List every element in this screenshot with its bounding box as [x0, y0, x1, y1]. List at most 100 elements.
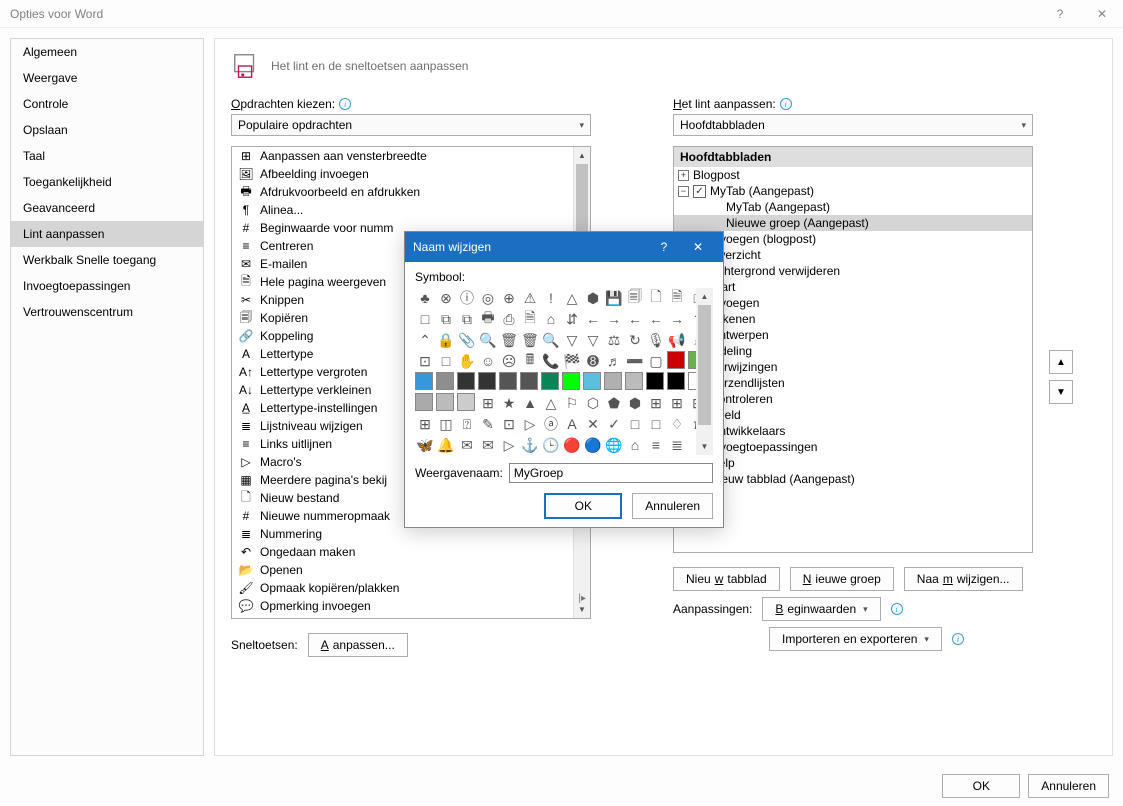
- symbol-cell[interactable]: !: [541, 288, 561, 308]
- symbol-cell[interactable]: [562, 372, 580, 390]
- symbol-cell[interactable]: ←: [583, 309, 603, 329]
- help-icon[interactable]: ?: [1039, 0, 1081, 28]
- symbol-cell[interactable]: 🗑: [520, 330, 540, 350]
- symbol-cell[interactable]: ▢: [646, 351, 666, 371]
- symbol-cell[interactable]: ←: [625, 309, 645, 329]
- sidebar-item-toegankelijkheid[interactable]: Toegankelijkheid: [11, 169, 203, 195]
- tree-item[interactable]: ✓Invoegtoepassingen: [674, 439, 1032, 455]
- symbol-cell[interactable]: [541, 372, 559, 390]
- tree-item[interactable]: +Blogpost: [674, 167, 1032, 183]
- symbol-cell[interactable]: ▷: [520, 414, 540, 434]
- command-item[interactable]: ↶Ongedaan maken: [232, 543, 590, 561]
- sidebar-item-lint-aanpassen[interactable]: Lint aanpassen: [11, 221, 203, 247]
- tree-item[interactable]: Ontwikkelaars: [674, 423, 1032, 439]
- sidebar-item-controle[interactable]: Controle: [11, 91, 203, 117]
- symbol-cell[interactable]: ◎: [478, 288, 498, 308]
- scroll-up-icon[interactable]: ▲: [696, 288, 713, 305]
- symbol-cell[interactable]: [667, 351, 685, 369]
- info-icon[interactable]: i: [339, 98, 351, 110]
- tree-item[interactable]: Tekenen: [674, 311, 1032, 327]
- symbol-cell[interactable]: ⓘ: [457, 288, 477, 308]
- symbol-cell[interactable]: ←: [646, 309, 666, 329]
- tree-item[interactable]: ✓Invoegen (blogpost): [674, 231, 1032, 247]
- checkbox[interactable]: ✓: [693, 185, 706, 198]
- symbol-cell[interactable]: ⬢: [625, 393, 645, 413]
- symbol-cell[interactable]: [667, 372, 685, 390]
- symbol-cell[interactable]: ⎙: [499, 309, 519, 329]
- symbol-cell[interactable]: 🔒: [436, 330, 456, 350]
- symbol-cell[interactable]: [457, 372, 475, 390]
- symbol-cell[interactable]: ⊡: [499, 414, 519, 434]
- symbol-cell[interactable]: 🗋: [646, 288, 666, 308]
- close-icon[interactable]: ✕: [681, 240, 715, 254]
- symbol-cell[interactable]: ⚓: [520, 435, 540, 455]
- scroll-down-icon[interactable]: ▼: [696, 438, 713, 455]
- new-group-button[interactable]: Nieuwe groep: [790, 567, 894, 591]
- symbol-cell[interactable]: ⍰: [457, 414, 477, 434]
- symbol-cell[interactable]: 🔴: [562, 435, 582, 455]
- symbol-cell[interactable]: ➖: [625, 351, 645, 371]
- move-up-button[interactable]: ▲: [1049, 350, 1073, 374]
- symbol-cell[interactable]: ♣: [415, 288, 435, 308]
- sidebar-item-werkbalk-snelle-toegang[interactable]: Werkbalk Snelle toegang: [11, 247, 203, 273]
- symbol-cell[interactable]: 🗐: [625, 288, 645, 308]
- command-item[interactable]: 📂Openen: [232, 561, 590, 579]
- reset-button[interactable]: Beginwaarden: [762, 597, 880, 621]
- symbol-cell[interactable]: ▽: [562, 330, 582, 350]
- command-item[interactable]: ¶Alinea...: [232, 201, 590, 219]
- tree-item[interactable]: ✓Help: [674, 455, 1032, 471]
- symbol-cell[interactable]: ⚠: [520, 288, 540, 308]
- symbol-cell[interactable]: ♢: [667, 414, 687, 434]
- symbol-cell[interactable]: ☹: [499, 351, 519, 371]
- symbol-cell[interactable]: [415, 372, 433, 390]
- symbol-cell[interactable]: ✕: [583, 414, 603, 434]
- tree-item[interactable]: ✓Nieuw tabblad (Aangepast): [674, 471, 1032, 487]
- symbol-cell[interactable]: 🕒: [541, 435, 561, 455]
- ribbon-tree[interactable]: Hoofdtabbladen +Blogpost−✓MyTab (Aangepa…: [673, 146, 1033, 553]
- tree-item[interactable]: ✓Start: [674, 279, 1032, 295]
- expand-handle-icon[interactable]: |▸: [578, 593, 586, 604]
- symbol-cell[interactable]: 🖩: [520, 351, 540, 371]
- symbol-cell[interactable]: □: [415, 309, 435, 329]
- symbol-cell[interactable]: [415, 393, 433, 411]
- symbol-cell[interactable]: 🔍: [541, 330, 561, 350]
- new-tab-button[interactable]: Nieuw tabblad: [673, 567, 780, 591]
- rename-button[interactable]: Naam wijzigen...: [904, 567, 1023, 591]
- symbol-cell[interactable]: 📢: [667, 330, 687, 350]
- symbol-cell[interactable]: ⊡: [415, 351, 435, 371]
- symbol-cell[interactable]: [457, 393, 475, 411]
- tree-item[interactable]: ✓Overzicht: [674, 247, 1032, 263]
- symbol-cell[interactable]: ▷: [499, 435, 519, 455]
- info-icon[interactable]: i: [952, 633, 964, 645]
- scroll-thumb[interactable]: [698, 305, 711, 425]
- sidebar-item-algemeen[interactable]: Algemeen: [11, 39, 203, 65]
- symbol-cell[interactable]: ➑: [583, 351, 603, 371]
- symbol-cell[interactable]: ⚖: [604, 330, 624, 350]
- command-item[interactable]: 🖌Opmaak kopiëren/plakken: [232, 579, 590, 597]
- symbol-cell[interactable]: 📎: [457, 330, 477, 350]
- symbol-cell[interactable]: ⓐ: [541, 414, 561, 434]
- symbol-cell[interactable]: ▲: [520, 393, 540, 413]
- symbol-cell[interactable]: ⊞: [646, 393, 666, 413]
- symbol-cell[interactable]: ✋: [457, 351, 477, 371]
- sidebar-item-vertrouwenscentrum[interactable]: Vertrouwenscentrum: [11, 299, 203, 325]
- commands-from-dropdown[interactable]: Populaire opdrachten▾: [231, 114, 591, 136]
- command-item[interactable]: ⊞Aanpassen aan vensterbreedte: [232, 147, 590, 165]
- command-item[interactable]: 🖶Afdrukvoorbeeld en afdrukken: [232, 183, 590, 201]
- symbol-cell[interactable]: 🏁: [562, 351, 582, 371]
- import-export-button[interactable]: Importeren en exporteren: [769, 627, 942, 651]
- symbol-cell[interactable]: 🔵: [583, 435, 603, 455]
- symbol-cell[interactable]: [520, 372, 538, 390]
- display-name-input[interactable]: [509, 463, 713, 483]
- scroll-up-icon[interactable]: ▲: [574, 147, 590, 164]
- symbol-cell[interactable]: 🎙: [646, 330, 666, 350]
- expander-icon[interactable]: −: [678, 186, 689, 197]
- expander-icon[interactable]: +: [678, 170, 689, 181]
- symbol-cell[interactable]: 🌐: [604, 435, 624, 455]
- symbol-cell[interactable]: □: [625, 414, 645, 434]
- symbol-cell[interactable]: ⌃: [415, 330, 435, 350]
- symbol-cell[interactable]: ★: [499, 393, 519, 413]
- symbol-cell[interactable]: 📞: [541, 351, 561, 371]
- symbol-cell[interactable]: ♬: [604, 351, 624, 371]
- symbol-cell[interactable]: ⊗: [436, 288, 456, 308]
